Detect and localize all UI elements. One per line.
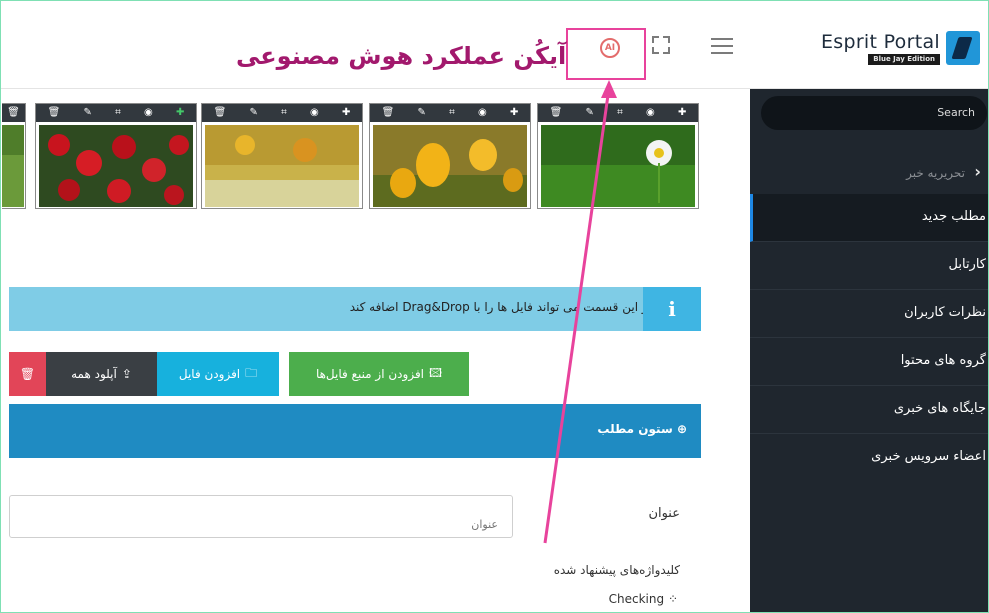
eye-icon[interactable]: ◉ xyxy=(646,108,655,118)
trash-icon: 🗑 xyxy=(19,367,36,381)
spinner-icon: ⁘ xyxy=(667,592,678,606)
thumbnail-toolbar: 🗑 ✎ ⌗ ◉ ✚ xyxy=(36,104,196,122)
thumbnail-toolbar: 🗑 ✎ ⌗ ◉ ✚ xyxy=(538,104,698,122)
fullscreen-icon[interactable] xyxy=(652,36,670,54)
ai-brain-icon[interactable]: AI xyxy=(600,38,620,58)
brand-name: Esprit Portal xyxy=(820,31,940,53)
hamburger-menu-icon[interactable] xyxy=(711,38,733,54)
eye-icon[interactable]: ◉ xyxy=(310,108,319,118)
crop-icon[interactable]: ⌗ xyxy=(281,108,287,118)
thumbnail-image-yellow-tulips xyxy=(373,125,527,207)
image-icon: 🖾 xyxy=(429,365,443,380)
globe-icon: ⊕ xyxy=(676,422,687,436)
add-file-button[interactable]: 🗀 افزودن فایل xyxy=(157,352,279,396)
brand[interactable]: Esprit Portal Blue Jay Edition xyxy=(821,31,980,65)
upload-all-button[interactable]: ⇪ آپلود همه xyxy=(46,352,157,396)
thumbnail-toolbar: 🗑 ✎ ⌗ ◉ ✚ xyxy=(202,104,362,122)
brand-edition: Blue Jay Edition xyxy=(868,54,940,65)
trash-icon[interactable]: 🗑 xyxy=(48,108,61,118)
info-text: در این قسمت می تواند فایل ها را با Drag&… xyxy=(349,300,643,314)
trash-icon[interactable]: 🗑 xyxy=(382,108,395,118)
add-from-file-source-button[interactable]: 🖾 افزودن از منبع فایل‌ها xyxy=(289,352,469,396)
edit-icon[interactable]: ✎ xyxy=(250,108,258,118)
checking-status: Checking ⁘ xyxy=(608,592,678,606)
edit-icon[interactable]: ✎ xyxy=(84,108,92,118)
thumbnail-image-green-field xyxy=(2,125,24,207)
title-label: عنوان xyxy=(648,506,680,521)
annotation-caption: آیکُن عملکرد هوش مصنوعی xyxy=(236,42,567,70)
pin-icon[interactable]: ✚ xyxy=(176,108,184,118)
thumbnail-image-red-roses xyxy=(39,125,193,207)
thumbnail-card[interactable]: 🗑 ✎ ⌗ ◉ ✚ xyxy=(35,103,197,209)
edit-icon[interactable]: ✎ xyxy=(586,108,594,118)
trash-icon[interactable]: 🗑 xyxy=(550,108,563,118)
panel-header[interactable]: ⊕ ستون مطلب xyxy=(9,404,701,458)
info-alert: در این قسمت می تواند فایل ها را با Drag&… xyxy=(9,287,701,331)
sidebar-item-user-comments[interactable]: نظرات کاربران xyxy=(750,290,989,338)
sidebar-item-cartable[interactable]: کارتابل xyxy=(750,242,989,290)
crop-icon[interactable]: ⌗ xyxy=(115,108,121,118)
sidebar-item-news-positions[interactable]: جایگاه های خبری xyxy=(750,386,989,434)
pin-icon[interactable]: ✚ xyxy=(342,108,350,118)
pin-icon[interactable]: ✚ xyxy=(678,108,686,118)
delete-all-button[interactable]: 🗑 xyxy=(9,352,46,396)
sidebar-item-new-post[interactable]: مطلب جدید xyxy=(750,194,989,242)
chevron-icon: ‹ xyxy=(974,162,981,181)
pin-icon[interactable]: ✚ xyxy=(510,108,518,118)
thumbnail-image-golden-meadow xyxy=(205,125,359,207)
thumbnail-image-daisy xyxy=(541,125,695,207)
edit-icon[interactable]: ✎ xyxy=(418,108,426,118)
sidebar-item-content-groups[interactable]: گروه های محتوا xyxy=(750,338,989,386)
eye-icon[interactable]: ◉ xyxy=(478,108,487,118)
sidebar-group-label: تحریریه خبر xyxy=(906,166,965,180)
trash-icon[interactable]: 🗑 xyxy=(214,108,227,118)
brand-logo-icon xyxy=(946,31,980,65)
info-icon: i xyxy=(643,287,701,331)
title-input[interactable] xyxy=(9,495,513,538)
thumbnail-card[interactable]: 🗑 xyxy=(2,103,26,209)
sidebar: Search ‹ تحریریه خبر مطلب جدید کارتابل ن… xyxy=(750,89,989,613)
sidebar-group-newsroom[interactable]: ‹ تحریریه خبر xyxy=(750,157,989,193)
panel-title: ستون مطلب xyxy=(597,422,673,436)
thumbnail-card[interactable]: 🗑 ✎ ⌗ ◉ ✚ xyxy=(369,103,531,209)
crop-icon[interactable]: ⌗ xyxy=(449,108,455,118)
trash-icon[interactable]: 🗑 xyxy=(7,108,20,118)
eye-icon[interactable]: ◉ xyxy=(144,108,153,118)
folder-icon: 🗀 xyxy=(245,365,258,380)
thumbnail-card[interactable]: 🗑 ✎ ⌗ ◉ ✚ xyxy=(201,103,363,209)
sidebar-item-news-members[interactable]: اعضاء سرویس خبری xyxy=(750,434,989,482)
thumbnail-toolbar: 🗑 ✎ ⌗ ◉ ✚ xyxy=(370,104,530,122)
thumbnail-toolbar: 🗑 xyxy=(2,104,25,122)
thumbnail-card[interactable]: 🗑 ✎ ⌗ ◉ ✚ xyxy=(537,103,699,209)
keywords-label: کلیدواژه‌های پیشنهاد شده xyxy=(553,563,680,577)
crop-icon[interactable]: ⌗ xyxy=(617,108,623,118)
upload-icon: ⇪ xyxy=(121,367,132,381)
sidebar-search-input[interactable]: Search xyxy=(761,96,987,130)
